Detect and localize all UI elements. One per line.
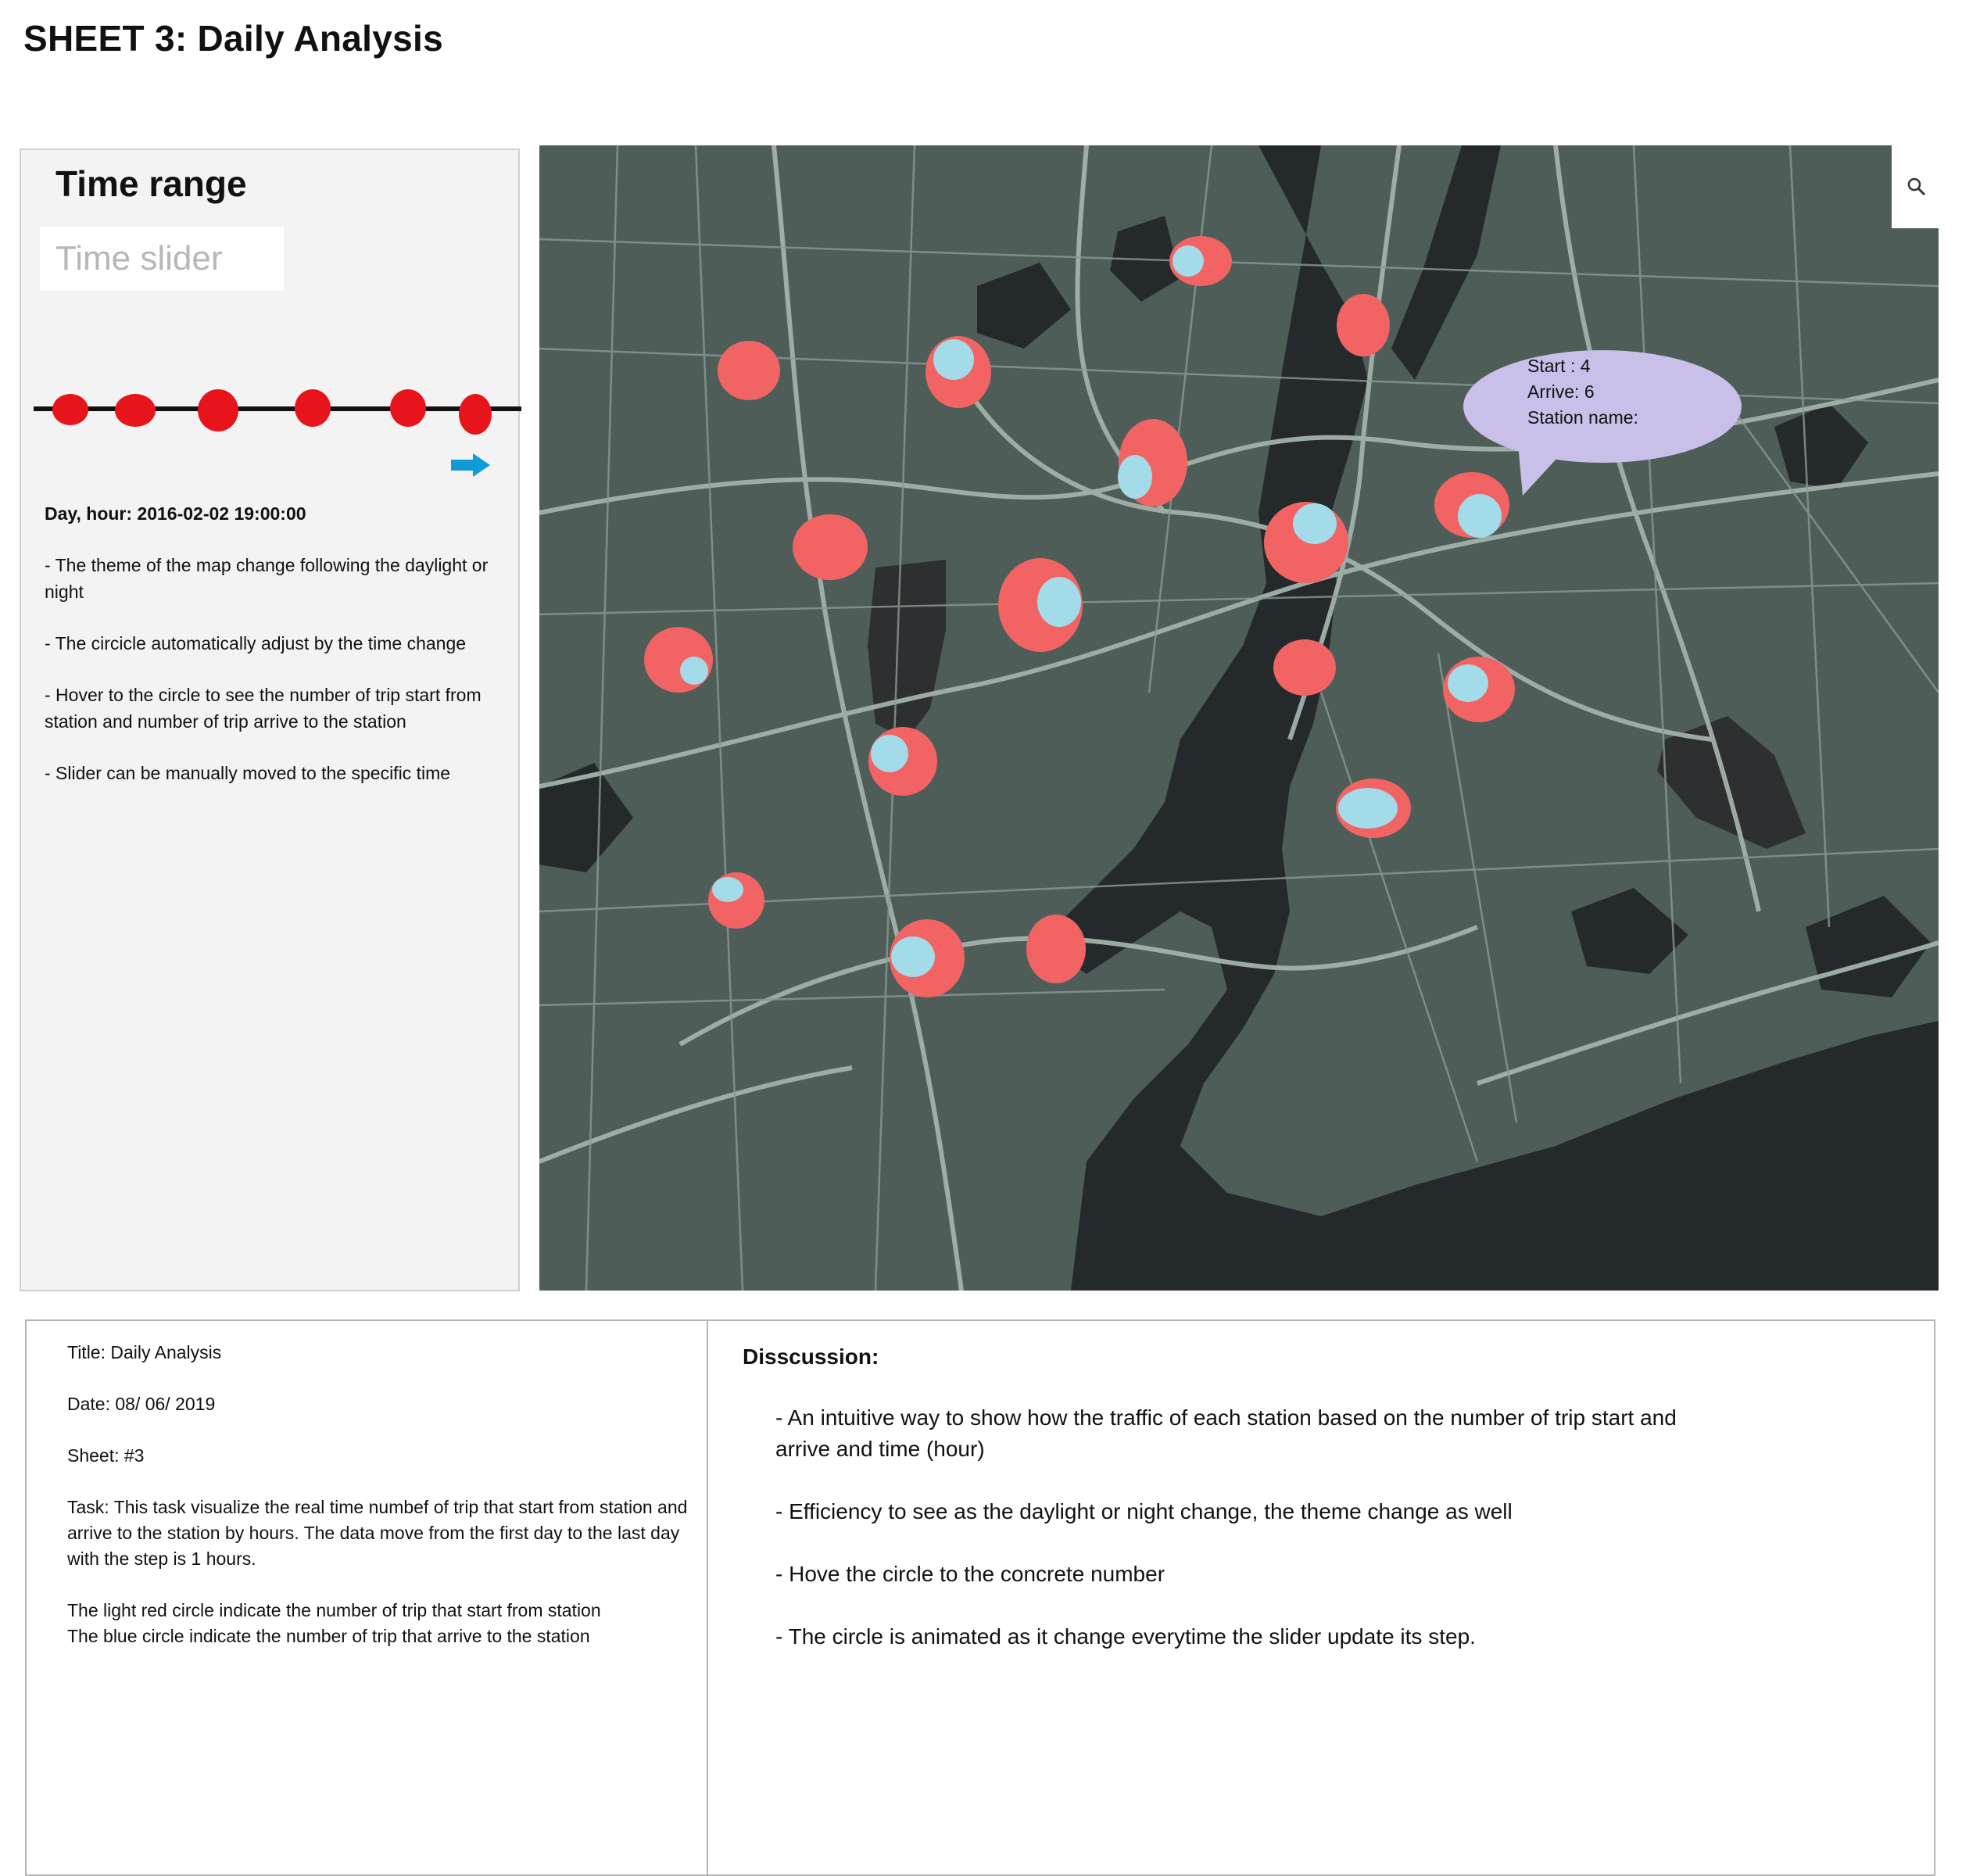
- station-map[interactable]: Start : 4 Arrive: 6 Station name:: [539, 145, 1939, 1291]
- tooltip-arrive: Arrive: 6: [1527, 381, 1595, 402]
- slider-step-dot[interactable]: [295, 389, 331, 427]
- slider-step-dot[interactable]: [198, 389, 238, 431]
- time-range-heading: Time range: [55, 163, 247, 204]
- note-circle-adjust: - The circicle automatically adjust by t…: [45, 633, 467, 653]
- note-hover: - Hover to the circle to see the number …: [45, 685, 482, 732]
- search-icon: [1907, 177, 1926, 196]
- description-table: Title: Daily Analysis Date: 08/ 06/ 2019…: [25, 1319, 1935, 1876]
- discussion-title: Disscussion:: [743, 1344, 879, 1369]
- note-theme: - The theme of the map change following …: [45, 555, 489, 602]
- discussion-list: - An intuitive way to show how the traff…: [775, 1402, 1713, 1684]
- slider-step-dot[interactable]: [390, 389, 426, 427]
- discussion-point: - The circle is animated as it change ev…: [775, 1624, 1476, 1649]
- play-next-arrow-icon[interactable]: [449, 452, 492, 478]
- note-slider: - Slider can be manually moved to the sp…: [45, 763, 451, 783]
- tooltip-station-name: Station name:: [1527, 407, 1638, 428]
- slider-track[interactable]: [34, 406, 521, 411]
- discussion-point: - Efficiency to see as the daylight or n…: [775, 1499, 1513, 1523]
- meta-sheet: Sheet: #3: [67, 1445, 145, 1466]
- sheet-meta: Title: Daily Analysis Date: 08/ 06/ 2019…: [67, 1340, 693, 1675]
- legend-start: The light red circle indicate the number…: [67, 1600, 601, 1620]
- meta-title: Title: Daily Analysis: [67, 1342, 222, 1362]
- slider-step-dot[interactable]: [52, 394, 88, 425]
- slider-step-dot[interactable]: [115, 394, 156, 427]
- time-range-panel: Time range Day, hour: 2016-02-02 19:00:0…: [20, 149, 521, 1291]
- page-title: SHEET 3: Daily Analysis: [23, 18, 443, 59]
- day-hour-label: Day, hour: 2016-02-02 19:00:00: [45, 503, 306, 524]
- info-block: Day, hour: 2016-02-02 19:00:00 - The the…: [45, 500, 514, 811]
- slider-handle[interactable]: [459, 394, 492, 435]
- map-base-layer: [539, 145, 1939, 1291]
- discussion-point: - An intuitive way to show how the traff…: [775, 1405, 1677, 1461]
- tooltip-start: Start : 4: [1527, 356, 1591, 376]
- legend-arrive: The blue circle indicate the number of t…: [67, 1626, 590, 1646]
- meta-date: Date: 08/ 06/ 2019: [67, 1394, 216, 1414]
- discussion-point: - Hove the circle to the concrete number: [775, 1562, 1165, 1586]
- column-divider: [707, 1321, 708, 1874]
- time-slider-input[interactable]: [40, 227, 284, 291]
- map-zoom-button[interactable]: [1892, 145, 1939, 228]
- meta-task: Task: This task visualize the real time …: [67, 1497, 688, 1569]
- station-tooltip: Start : 4 Arrive: 6 Station name:: [1463, 350, 1742, 496]
